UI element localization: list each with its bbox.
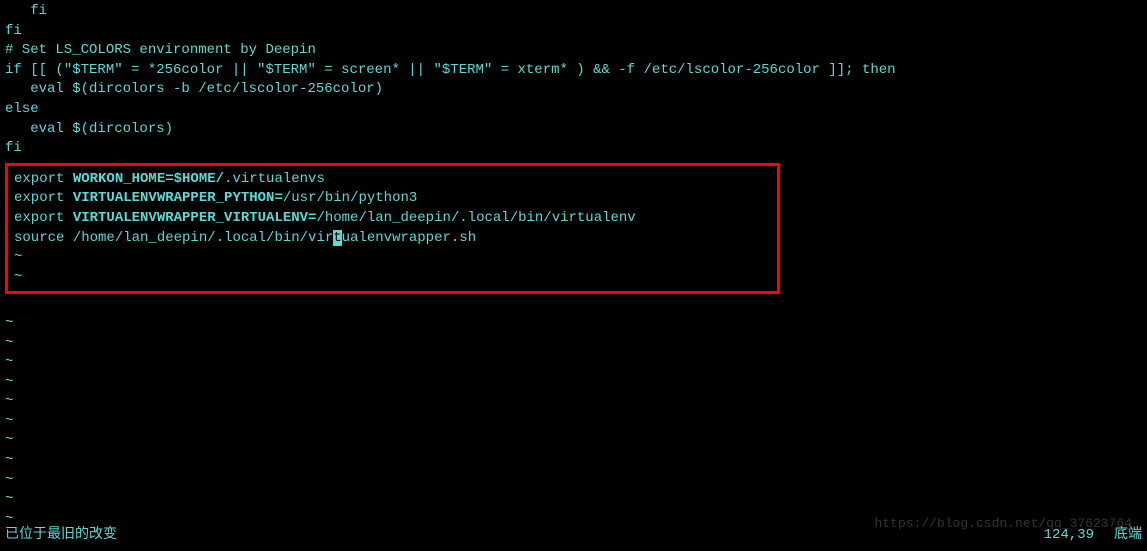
empty-line-tilde: ~ bbox=[14, 268, 771, 288]
empty-line-tilde: ~ bbox=[5, 392, 1142, 412]
code-line: if [[ ("$TERM" = *256color || "$TERM" = … bbox=[5, 61, 1142, 81]
empty-line-tilde: ~ bbox=[5, 353, 1142, 373]
code-line: eval $(dircolors) bbox=[5, 120, 1142, 140]
empty-line bbox=[5, 294, 1142, 314]
status-bar: 已位于最旧的改变 124,39 底端 bbox=[5, 526, 1142, 546]
code-line: fi bbox=[5, 139, 1142, 159]
empty-line-tilde: ~ bbox=[5, 412, 1142, 432]
empty-line-tilde: ~ bbox=[5, 334, 1142, 354]
empty-line-tilde: ~ bbox=[5, 373, 1142, 393]
status-message: 已位于最旧的改变 bbox=[5, 526, 117, 546]
code-line: eval $(dircolors -b /etc/lscolor-256colo… bbox=[5, 80, 1142, 100]
cursor: t bbox=[333, 230, 341, 246]
status-right: 124,39 底端 bbox=[1044, 526, 1142, 546]
empty-line-tilde: ~ bbox=[5, 471, 1142, 491]
cursor-position: 124,39 bbox=[1044, 526, 1094, 546]
empty-line-tilde: ~ bbox=[5, 490, 1142, 510]
export-line: export VIRTUALENVWRAPPER_VIRTUALENV=/hom… bbox=[14, 209, 771, 229]
code-line: fi bbox=[5, 22, 1142, 42]
source-line: source /home/lan_deepin/.local/bin/virtu… bbox=[14, 229, 771, 249]
code-line: fi bbox=[5, 2, 1142, 22]
empty-line-tilde: ~ bbox=[14, 248, 771, 268]
editor-content[interactable]: fi fi # Set LS_COLORS environment by Dee… bbox=[5, 2, 1142, 529]
empty-line-tilde: ~ bbox=[5, 314, 1142, 334]
code-line: else bbox=[5, 100, 1142, 120]
empty-line-tilde: ~ bbox=[5, 431, 1142, 451]
empty-line-tilde: ~ bbox=[5, 451, 1142, 471]
highlight-box: export WORKON_HOME=$HOME/.virtualenvs ex… bbox=[5, 163, 780, 295]
export-line: export VIRTUALENVWRAPPER_PYTHON=/usr/bin… bbox=[14, 189, 771, 209]
code-line: # Set LS_COLORS environment by Deepin bbox=[5, 41, 1142, 61]
export-line: export WORKON_HOME=$HOME/.virtualenvs bbox=[14, 170, 771, 190]
file-mode: 底端 bbox=[1114, 526, 1142, 546]
